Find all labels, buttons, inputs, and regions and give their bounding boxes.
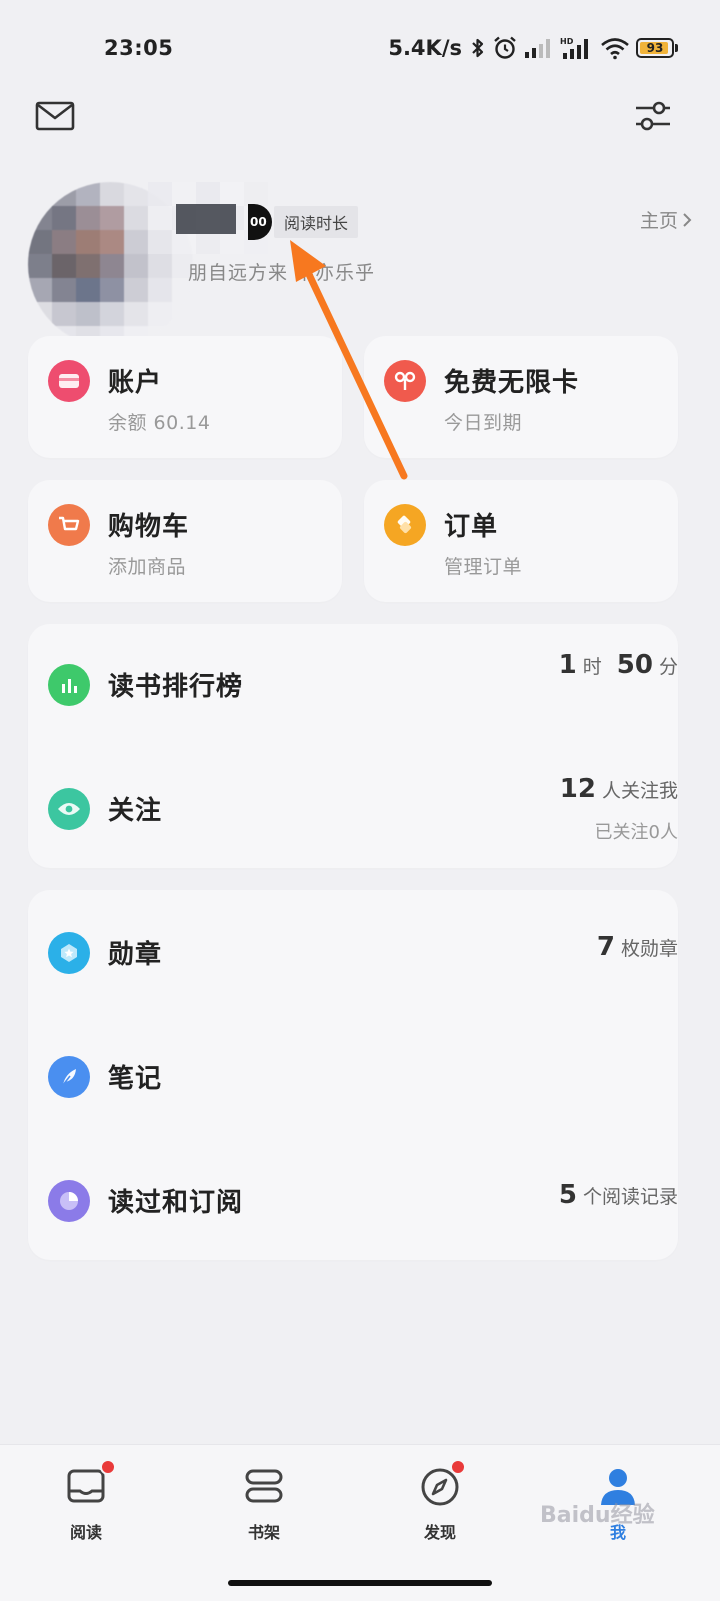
mail-button[interactable] (33, 96, 77, 136)
nav-bookshelf-label: 书架 (247, 1523, 280, 1542)
follow-row[interactable]: 关注 12 人关注我 已关注0人 (28, 768, 678, 850)
home-link-label: 主页 (639, 210, 678, 232)
pie-chart-icon (48, 1180, 90, 1222)
nav-read-badge (100, 1459, 116, 1475)
history-count: 5 个阅读记录 (559, 1180, 678, 1210)
quill-icon (48, 1056, 90, 1098)
battery-level: 93 (646, 41, 664, 55)
wifi-icon (601, 38, 629, 60)
more-card: 勋章 7 枚勋章 笔记 读过和订阅 5 个阅读记录 (28, 890, 678, 1260)
settings-button[interactable] (631, 96, 675, 136)
signature: 朋自远方来 不亦乐乎 (188, 262, 376, 284)
orders-sub: 管理订单 (444, 556, 523, 578)
wallet-icon (48, 360, 90, 402)
cart-card[interactable]: 购物车 添加商品 (28, 480, 342, 602)
home-indicator[interactable] (228, 1580, 492, 1586)
notes-label: 笔记 (108, 1064, 163, 1094)
account-title: 账户 (108, 368, 163, 398)
history-label: 读过和订阅 (108, 1188, 244, 1218)
history-value: 5 (558, 1180, 577, 1210)
follow-label: 关注 (108, 796, 163, 826)
badges-label: 勋章 (108, 940, 163, 970)
book-open-icon (67, 1469, 105, 1503)
minutes-value: 50 (616, 650, 653, 680)
home-link[interactable]: 主页 (640, 206, 692, 233)
network-speed: 5.4K/s (388, 36, 462, 60)
infinity-card-icon (384, 360, 426, 402)
chevron-right-icon (683, 212, 692, 227)
reading-duration: 1时 50 分 (559, 650, 678, 680)
status-time: 23:05 (104, 36, 174, 60)
orders-title: 订单 (444, 512, 499, 542)
nav-bookshelf[interactable]: 书架 (214, 1465, 314, 1555)
hours-unit: 时 (582, 656, 602, 678)
following-count: 已关注0人 (594, 822, 678, 843)
alarm-icon (494, 36, 516, 59)
nav-read-label: 阅读 (69, 1523, 102, 1542)
free-card-card[interactable]: 免费无限卡 今日到期 (364, 336, 678, 458)
svg-text:HD: HD (560, 37, 574, 46)
nav-discover-label: 发现 (423, 1523, 456, 1542)
followers-count: 12 人关注我 (560, 774, 678, 804)
nav-discover-badge (450, 1459, 466, 1475)
signal-icon (525, 39, 550, 58)
nav-discover[interactable]: 发现 (390, 1459, 490, 1555)
followers-value: 12 (559, 774, 596, 804)
reading-time-badge[interactable]: 阅读时长 (274, 206, 359, 238)
orders-card[interactable]: 订单 管理订单 (364, 480, 678, 602)
free-card-expiry: 今日到期 (444, 412, 523, 434)
badges-value: 7 (596, 932, 615, 962)
hours-value: 1 (558, 650, 577, 680)
notes-row[interactable]: 笔记 (28, 1036, 678, 1118)
battery-icon: 93 (636, 38, 674, 58)
account-card[interactable]: 账户 余额 60.14 (28, 336, 342, 458)
badges-unit: 枚勋章 (620, 938, 678, 960)
badges-row[interactable]: 勋章 7 枚勋章 (28, 912, 678, 994)
status-icons: 5.4K/s HD 93 (388, 34, 678, 62)
cart-icon (48, 504, 90, 546)
battery-cap (675, 44, 678, 52)
mail-icon (35, 101, 75, 131)
cart-sub: 添加商品 (108, 556, 187, 578)
history-row[interactable]: 读过和订阅 5 个阅读记录 (28, 1160, 678, 1242)
watermark: Baidu经验 (540, 1503, 655, 1528)
profile-header: 00 阅读时长 主页 朋自远方来 不亦乐乎 (28, 182, 692, 347)
ranking-row[interactable]: 读书排行榜 1时 50 分 (28, 644, 678, 726)
vip-badge: 00 (248, 204, 272, 240)
eye-icon (48, 788, 90, 830)
bluetooth-icon (472, 38, 484, 58)
cart-title: 购物车 (108, 512, 190, 542)
username (176, 204, 236, 234)
history-unit: 个阅读记录 (582, 1186, 678, 1208)
ranking-label: 读书排行榜 (108, 672, 244, 702)
bookshelf-icon (245, 1469, 283, 1503)
minutes-unit: 分 (658, 656, 678, 678)
status-bar: 23:05 5.4K/s HD 93 (0, 0, 720, 100)
bar-chart-icon (48, 664, 90, 706)
followers-unit: 人关注我 (601, 780, 678, 802)
badges-count: 7 枚勋章 (597, 932, 678, 962)
medal-icon (48, 932, 90, 974)
nav-read[interactable]: 阅读 (36, 1459, 136, 1555)
sliders-icon (636, 101, 670, 131)
hd-signal-icon: HD (560, 37, 588, 59)
free-card-title: 免费无限卡 (444, 368, 580, 398)
account-balance: 余额 60.14 (108, 412, 211, 434)
order-icon (384, 504, 426, 546)
stats-card: 读书排行榜 1时 50 分 关注 12 人关注我 已关注0人 (28, 624, 678, 868)
